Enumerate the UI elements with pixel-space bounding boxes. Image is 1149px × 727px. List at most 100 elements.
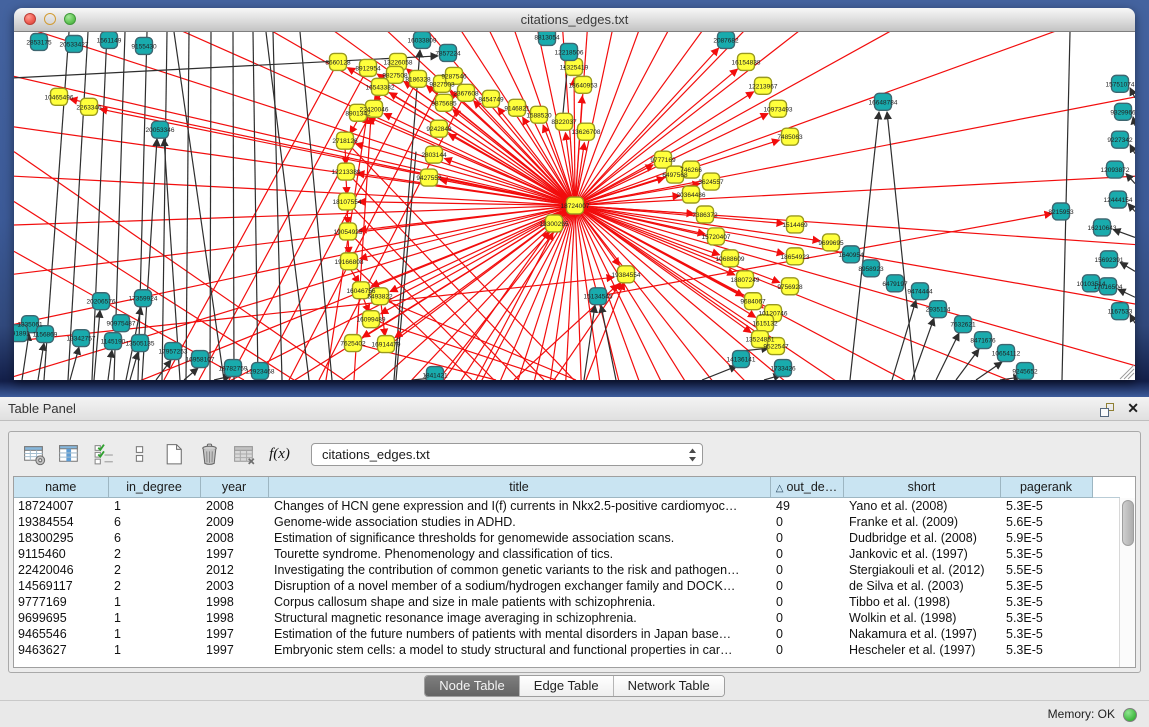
column-header-in_degree[interactable]: in_degree: [108, 477, 200, 498]
table-row[interactable]: 1938455462009Genome-wide association stu…: [14, 514, 1120, 530]
graph-node-label: 10973493: [764, 106, 793, 113]
graph-node-label: 1841421: [422, 373, 448, 380]
cell-year: 1998: [200, 610, 268, 626]
network-canvas[interactable]: 1872400718300295193845548660128891295413…: [14, 32, 1135, 380]
cell-pagerank: 5.3E-5: [1000, 594, 1092, 610]
graph-node-label: 8215953: [1048, 209, 1074, 216]
table-row[interactable]: 911546021997Tourette syndrome. Phenomeno…: [14, 546, 1120, 562]
table-row[interactable]: 969969511998Structural magnetic resonanc…: [14, 610, 1120, 626]
graph-node-label: 16958107: [186, 357, 215, 364]
graph-edge: [92, 32, 107, 380]
graph-edge: [346, 179, 347, 195]
graph-node-label: 5493822: [367, 294, 393, 301]
graph-node-label: 8660128: [325, 59, 351, 66]
table-row[interactable]: 2242004622012Investigating the contribut…: [14, 562, 1120, 578]
graph-node-label: 16782759: [219, 366, 248, 373]
cell-short: Jankovic et al. (1997): [843, 546, 1000, 562]
float-panel-icon[interactable]: [1100, 401, 1115, 424]
graph-window-titlebar[interactable]: citations_edges.txt: [14, 8, 1135, 32]
tab-edge-table[interactable]: Edge Table: [519, 676, 613, 696]
graph-node-label: 16914479: [372, 342, 401, 349]
graph-edge: [976, 362, 1002, 380]
graph-edge: [55, 206, 575, 380]
graph-edge: [575, 206, 1111, 380]
graph-node-label: 12093872: [1101, 167, 1130, 174]
graph-node-label: 15751074: [1106, 81, 1135, 88]
delete-column-icon[interactable]: [196, 441, 223, 468]
graph-node-label: 90975487: [107, 321, 136, 328]
cell-name: 9465546: [14, 626, 108, 642]
column-header-title[interactable]: title: [268, 477, 770, 498]
cell-pagerank: 5.3E-5: [1000, 498, 1092, 515]
cell-out_degree: 0: [770, 626, 843, 642]
cell-in_degree: 1: [108, 498, 200, 515]
graph-node-label: 12923468: [246, 369, 275, 376]
graph-node-label: 7857224: [435, 50, 461, 57]
graph-node-label: 12213389: [332, 169, 361, 176]
select-columns-icon[interactable]: [91, 441, 118, 468]
graph-node-label: 9474444: [907, 289, 933, 296]
cell-out_degree: 0: [770, 562, 843, 578]
cell-short: de Silva et al. (2003): [843, 578, 1000, 594]
graph-node-label: 391891: [14, 331, 30, 338]
network-graph[interactable]: 1872400718300295193845548660128891295413…: [14, 32, 1135, 380]
cell-title: Changes of HCN gene expression and I(f) …: [268, 498, 770, 515]
graph-node-label: 9329966: [1110, 109, 1135, 116]
cell-filler: [1092, 610, 1120, 626]
graph-node-label: 2803144: [421, 152, 447, 159]
table-scrollbar-thumb[interactable]: [1122, 500, 1134, 546]
table-selector-dropdown[interactable]: citations_edges.txt: [311, 443, 703, 466]
graph-node-label: 13342757: [67, 336, 96, 343]
cell-in_degree: 2: [108, 578, 200, 594]
column-header-pagerank[interactable]: pagerank: [1000, 477, 1092, 498]
delete-table-icon[interactable]: [231, 441, 258, 468]
table-scrollbar[interactable]: [1119, 498, 1135, 667]
graph-node-label: 12444154: [1104, 197, 1133, 204]
column-header-short[interactable]: short: [843, 477, 1000, 498]
table-row[interactable]: 977716911998Corpus callosum shape and si…: [14, 594, 1120, 610]
graph-node-label: 10654112: [992, 351, 1021, 358]
graph-node-label: 9699695: [818, 240, 844, 247]
table-mode-icon[interactable]: [21, 441, 48, 468]
column-header-year[interactable]: year: [200, 477, 268, 498]
table-row[interactable]: 1456911722003Disruption of a novel membe…: [14, 578, 1120, 594]
graph-edge: [70, 347, 79, 380]
minimize-window-button[interactable]: [44, 13, 56, 25]
cell-name: 9115460: [14, 546, 108, 562]
table-row[interactable]: 946554611997Estimation of the future num…: [14, 626, 1120, 642]
cell-out_degree: 0: [770, 530, 843, 546]
close-panel-icon[interactable]: ✕: [1127, 397, 1139, 420]
graph-node-label: 2718126: [332, 138, 358, 145]
cell-short: Stergiakouli et al. (2012): [843, 562, 1000, 578]
graph-node-label: 15692391: [1095, 257, 1124, 264]
graph-edge: [956, 349, 979, 380]
graph-edge: [14, 202, 294, 380]
table-panel: Table Panel ✕: [0, 397, 1149, 727]
graph-node-label: 11325419: [560, 64, 589, 71]
close-window-button[interactable]: [24, 13, 36, 25]
cell-title: Disruption of a novel member of a sodium…: [268, 578, 770, 594]
table-row[interactable]: 1872400712008Changes of HCN gene express…: [14, 498, 1120, 515]
cell-name: 22420046: [14, 562, 108, 578]
function-builder-icon[interactable]: f(x): [266, 441, 293, 468]
row-height-icon[interactable]: [126, 441, 153, 468]
graph-edge: [186, 32, 189, 380]
column-header-out_degree[interactable]: △out_de…: [770, 477, 843, 498]
cell-out_degree: 0: [770, 642, 843, 658]
tab-network-table[interactable]: Network Table: [613, 676, 724, 696]
graph-node-label: 7386372: [692, 212, 718, 219]
column-header-name[interactable]: name: [14, 477, 108, 498]
graph-node-label: 746266: [680, 167, 702, 174]
graph-node-label: 14136141: [727, 357, 756, 364]
cell-in_degree: 2: [108, 562, 200, 578]
cell-year: 1997: [200, 626, 268, 642]
table-row[interactable]: 1830029562008Estimation of significance …: [14, 530, 1120, 546]
show-columns-icon[interactable]: [56, 441, 83, 468]
table-row[interactable]: 946362711997Embryonic stem cells: a mode…: [14, 642, 1120, 658]
graph-node-label: 9146821: [504, 105, 530, 112]
graph-edge: [449, 134, 575, 205]
cell-name: 14569117: [14, 578, 108, 594]
zoom-window-button[interactable]: [64, 13, 76, 25]
tab-node-table[interactable]: Node Table: [425, 676, 519, 696]
create-column-icon[interactable]: [161, 441, 188, 468]
